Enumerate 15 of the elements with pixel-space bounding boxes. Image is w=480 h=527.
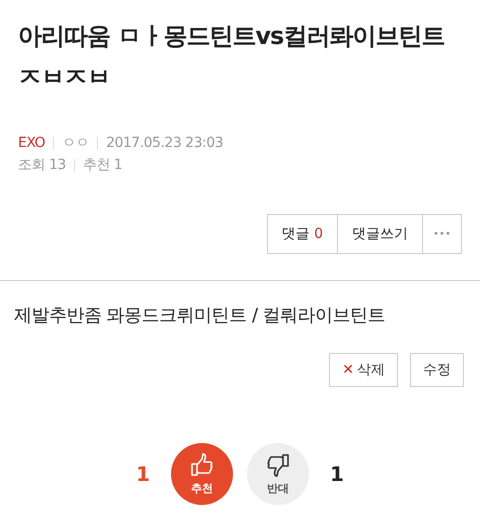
- edit-button[interactable]: 수정: [410, 353, 464, 387]
- view-count: 조회 13: [18, 156, 66, 174]
- recommend-count: 추천 1: [82, 156, 122, 174]
- thumbs-down-icon: [265, 452, 291, 478]
- delete-button[interactable]: ✕ 삭제: [329, 353, 398, 387]
- vote-count: 1: [135, 462, 151, 486]
- author-name: ㅇㅇ: [62, 134, 90, 152]
- recommend-button[interactable]: 추천: [171, 443, 233, 505]
- board-link[interactable]: EXO: [18, 135, 46, 151]
- post-body: 제발추반좀 뫄몽드크뤼미틴트 / 컬뤄라이브틴트: [13, 304, 386, 327]
- post-title: 아리따움 ㅁㅏ몽드틴트vs컬러롸이브틴트 ㅈㅂㅈㅂ: [17, 21, 446, 93]
- oppose-button[interactable]: 반대: [247, 443, 309, 505]
- post-date: 2017.05.23 23:03: [106, 135, 224, 151]
- thumbs-up-icon: [189, 452, 215, 478]
- vote-count: 1: [329, 462, 345, 486]
